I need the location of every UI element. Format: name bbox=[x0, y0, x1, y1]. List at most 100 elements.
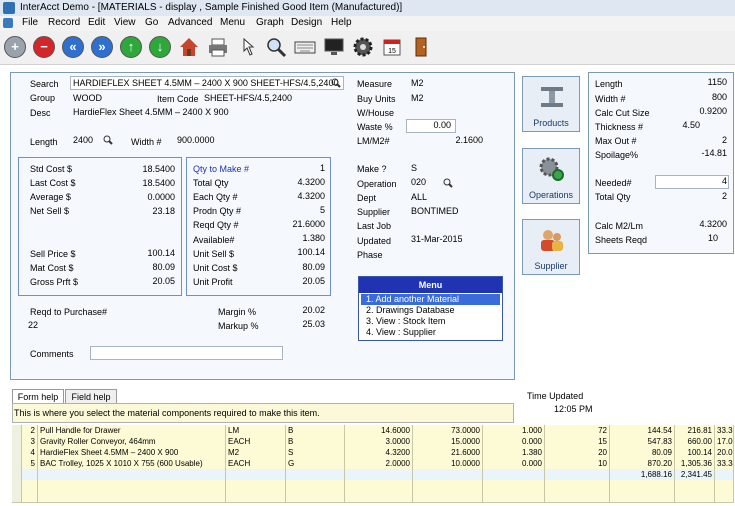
pointer-icon[interactable] bbox=[236, 36, 258, 58]
supplier-button[interactable]: Supplier bbox=[522, 219, 580, 275]
grid-cell[interactable]: 2,341.45 bbox=[675, 469, 715, 480]
row-selector[interactable] bbox=[12, 458, 22, 469]
grid-cell[interactable]: 4.3200 bbox=[345, 447, 413, 458]
each-qty-value[interactable]: 4.3200 bbox=[270, 191, 325, 201]
grid-cell[interactable]: BAC Trolley, 1025 X 1010 X 755 (600 Usab… bbox=[38, 458, 226, 469]
grid-cell[interactable] bbox=[545, 469, 610, 480]
calc-cut-value[interactable]: 0.9200 bbox=[670, 106, 727, 116]
updated-value[interactable]: 31-Mar-2015 bbox=[411, 234, 463, 244]
grid-cell[interactable]: 4 bbox=[22, 447, 38, 458]
menu-edit[interactable]: Edit bbox=[88, 17, 105, 28]
grid-cell[interactable]: 72 bbox=[545, 425, 610, 436]
grid-cell[interactable]: 33.34 bbox=[715, 458, 734, 469]
menu-graph[interactable]: Graph bbox=[256, 17, 284, 28]
grid-cell[interactable] bbox=[715, 469, 734, 480]
menu-go[interactable]: Go bbox=[145, 17, 158, 28]
reqd-qty-value[interactable]: 21.6000 bbox=[270, 219, 325, 229]
grid-cell[interactable]: 2 bbox=[22, 425, 38, 436]
unit-sell-value[interactable]: 100.14 bbox=[270, 247, 325, 257]
grid-cell[interactable]: M2 bbox=[226, 447, 286, 458]
grid-cell[interactable]: 1,688.16 bbox=[610, 469, 675, 480]
grid-cell[interactable]: 547.83 bbox=[610, 436, 675, 447]
grid-cell[interactable]: 10.0000 bbox=[413, 458, 483, 469]
prodn-qty-value[interactable]: 5 bbox=[270, 205, 325, 215]
menu-item-add-material[interactable]: 1. Add another Material bbox=[361, 294, 500, 305]
desc-value[interactable]: HardieFlex Sheet 4.5MM – 2400 X 900 bbox=[73, 107, 229, 117]
grid-cell[interactable] bbox=[286, 491, 345, 502]
keyboard-icon[interactable] bbox=[294, 36, 316, 58]
total-qty-value[interactable]: 4.3200 bbox=[270, 177, 325, 187]
row-selector[interactable] bbox=[12, 469, 22, 480]
std-cost-value[interactable]: 18.5400 bbox=[120, 164, 175, 174]
row-selector[interactable] bbox=[12, 491, 22, 502]
grid-cell[interactable]: HardieFlex Sheet 4.5MM – 2400 X 900 bbox=[38, 447, 226, 458]
grid-cell[interactable] bbox=[675, 491, 715, 502]
grid-cell[interactable]: 3 bbox=[22, 436, 38, 447]
grid-cell[interactable]: 15.0000 bbox=[413, 436, 483, 447]
grid-cell[interactable]: 216.81 bbox=[675, 425, 715, 436]
grid-cell[interactable] bbox=[345, 480, 413, 491]
cancel-icon[interactable]: − bbox=[33, 36, 55, 58]
length-search-icon[interactable] bbox=[103, 135, 113, 145]
grid-cell[interactable] bbox=[226, 469, 286, 480]
length-value[interactable]: 2400 bbox=[73, 135, 93, 145]
grid-cell[interactable]: 20.02 bbox=[715, 447, 734, 458]
grid-cell[interactable]: 144.54 bbox=[610, 425, 675, 436]
tab-field-help[interactable]: Field help bbox=[65, 389, 117, 403]
grid-cell[interactable]: Gravity Roller Conveyor, 464mm bbox=[38, 436, 226, 447]
grid-cell[interactable] bbox=[545, 491, 610, 502]
make-value[interactable]: S bbox=[411, 163, 417, 173]
monitor-icon[interactable] bbox=[323, 36, 345, 58]
grid-cell[interactable] bbox=[483, 480, 545, 491]
grid-cell[interactable] bbox=[226, 480, 286, 491]
tab-form-help[interactable]: Form help bbox=[12, 389, 64, 403]
mat-cost-value[interactable]: 80.09 bbox=[120, 262, 175, 272]
menu-item-view-supplier[interactable]: 4. View : Supplier bbox=[361, 327, 500, 338]
grid-cell[interactable] bbox=[483, 469, 545, 480]
sell-price-value[interactable]: 100.14 bbox=[120, 248, 175, 258]
grid-cell[interactable]: EACH bbox=[226, 436, 286, 447]
sheets-reqd-value[interactable]: 10 bbox=[670, 233, 718, 243]
grid-cell[interactable] bbox=[286, 480, 345, 491]
operation-value[interactable]: 020 bbox=[411, 177, 426, 187]
system-menu-icon[interactable] bbox=[3, 18, 13, 28]
grid-cell[interactable] bbox=[22, 491, 38, 502]
grid-cell[interactable] bbox=[345, 491, 413, 502]
table-row[interactable] bbox=[12, 491, 734, 503]
grid-cell[interactable] bbox=[610, 480, 675, 491]
menu-advanced[interactable]: Advanced bbox=[168, 17, 212, 28]
grid-cell[interactable]: EACH bbox=[226, 458, 286, 469]
grid-cell[interactable]: 80.09 bbox=[610, 447, 675, 458]
grid-cell[interactable]: 14.6000 bbox=[345, 425, 413, 436]
grid-cell[interactable] bbox=[38, 491, 226, 502]
grid-cell[interactable] bbox=[675, 480, 715, 491]
dim-width-value[interactable]: 800 bbox=[670, 92, 727, 102]
supplier-value[interactable]: BONTIMED bbox=[411, 206, 459, 216]
dept-value[interactable]: ALL bbox=[411, 192, 427, 202]
grid-cell[interactable]: B bbox=[286, 425, 345, 436]
unit-cost-value[interactable]: 80.09 bbox=[270, 262, 325, 272]
grid-cell[interactable] bbox=[715, 491, 734, 502]
comments-input[interactable] bbox=[90, 346, 283, 360]
grid-cell[interactable]: 3.0000 bbox=[345, 436, 413, 447]
grid-cell[interactable] bbox=[226, 491, 286, 502]
grid-cell[interactable] bbox=[286, 469, 345, 480]
grid-cell[interactable] bbox=[38, 480, 226, 491]
grid-cell[interactable]: 660.00 bbox=[675, 436, 715, 447]
grid-cell[interactable]: 1.000 bbox=[483, 425, 545, 436]
menu-menu[interactable]: Menu bbox=[220, 17, 245, 28]
grid-cell[interactable]: B bbox=[286, 436, 345, 447]
grid-cell[interactable]: 0.000 bbox=[483, 436, 545, 447]
grid-cell[interactable]: 100.14 bbox=[675, 447, 715, 458]
grid-cell[interactable]: 73.0000 bbox=[413, 425, 483, 436]
grid-cell[interactable]: 10 bbox=[545, 458, 610, 469]
margin-value[interactable]: 20.02 bbox=[270, 305, 325, 315]
row-selector[interactable] bbox=[12, 480, 22, 491]
row-selector[interactable] bbox=[12, 447, 22, 458]
item-code-value[interactable]: SHEET-HFS/4.5,2400 bbox=[204, 93, 292, 103]
max-out-value[interactable]: 2 bbox=[670, 135, 727, 145]
grid-cell[interactable] bbox=[22, 480, 38, 491]
menu-item-view-stock[interactable]: 3. View : Stock Item bbox=[361, 316, 500, 327]
reqd-purchase-value[interactable]: 22 bbox=[28, 320, 38, 330]
available-value[interactable]: 1.380 bbox=[270, 233, 325, 243]
